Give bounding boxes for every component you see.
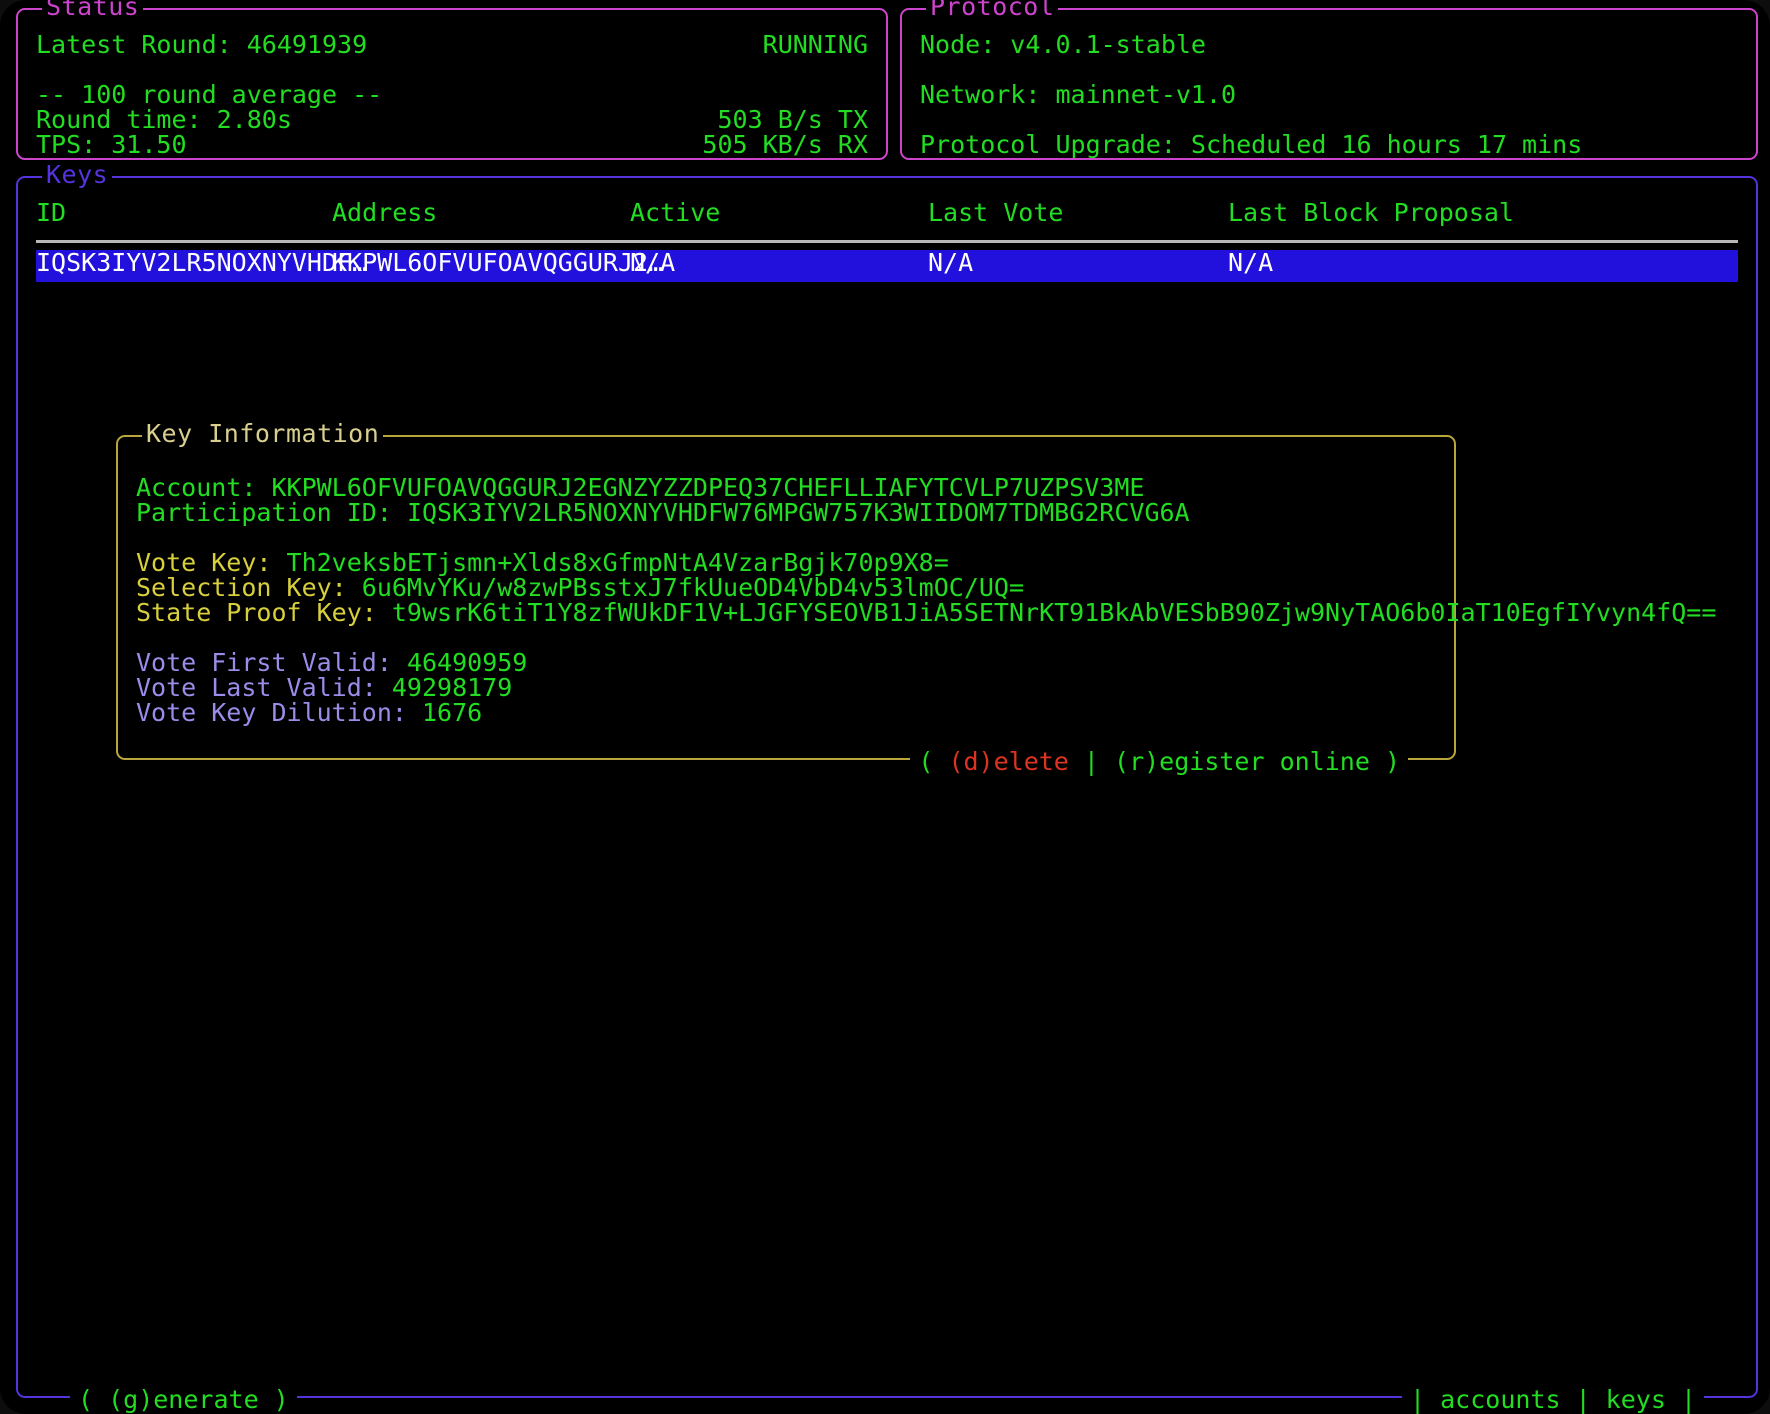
register-online-action[interactable]: (r)egister online <box>1114 747 1370 776</box>
protocol-node: Node: v4.0.1-stable <box>920 32 1206 57</box>
key-info-selection-key-row: Selection Key: 6u6MvYKu/w8zwPBsstxJ7fkUu… <box>136 575 1024 600</box>
protocol-upgrade: Protocol Upgrade: Scheduled 16 hours 17 … <box>920 132 1582 157</box>
table-row[interactable]: IQSK3IYV2LR5NOXNYVHDF… KKPWL6OFVUFOAVQGG… <box>36 250 1738 282</box>
key-information-actions-hint: ( (d)elete | (r)egister online ) <box>910 749 1408 774</box>
key-info-participation-id-label: Participation ID: <box>136 498 407 527</box>
key-information-panel-title: Key Information <box>142 421 383 446</box>
key-info-vote-key-row: Vote Key: Th2veksbETjsmn+Xlds8xGfmpNtA4V… <box>136 550 949 575</box>
nav-tabs-hint[interactable]: | accounts | keys | <box>1402 1387 1704 1412</box>
key-info-participation-id-row: Participation ID: IQSK3IYV2LR5NOXNYVHDFW… <box>136 500 1190 525</box>
key-info-vote-key-dilution-value: 1676 <box>422 698 482 727</box>
key-info-participation-id-value: IQSK3IYV2LR5NOXNYVHDFW76MPGW757K3WIIDOM7… <box>407 498 1190 527</box>
cell-active: N/A <box>630 250 675 275</box>
status-tps: TPS: 31.50 <box>36 132 187 157</box>
column-header-last-block-proposal: Last Block Proposal <box>1228 200 1514 225</box>
protocol-panel-title: Protocol <box>926 0 1058 19</box>
key-information-panel: Key Information Account: KKPWL6OFVUFOAVQ… <box>116 435 1456 760</box>
key-info-account-row: Account: KKPWL6OFVUFOAVQGGURJ2EGNZYZZDPE… <box>136 475 1144 500</box>
cell-last-block-proposal: N/A <box>1228 250 1273 275</box>
status-tx-rate: 503 B/s TX <box>717 107 868 132</box>
key-info-state-proof-key-label: State Proof Key: <box>136 598 392 627</box>
status-latest-round: Latest Round: 46491939 <box>36 32 367 57</box>
cell-id: IQSK3IYV2LR5NOXNYVHDF… <box>36 250 367 275</box>
protocol-panel: Protocol Node: v4.0.1-stable Network: ma… <box>900 8 1758 160</box>
key-info-vote-last-valid-row: Vote Last Valid: 49298179 <box>136 675 512 700</box>
protocol-network: Network: mainnet-v1.0 <box>920 82 1236 107</box>
status-panel-title: Status <box>42 0 143 19</box>
delete-key-action[interactable]: (d)elete <box>948 747 1068 776</box>
column-header-active: Active <box>630 200 720 225</box>
column-header-last-vote: Last Vote <box>928 200 1063 225</box>
keys-panel-title: Keys <box>42 162 112 187</box>
status-rx-rate: 505 KB/s RX <box>702 132 868 157</box>
keys-table-header-rule <box>36 240 1738 243</box>
status-panel: Status Latest Round: 46491939 RUNNING --… <box>16 8 888 160</box>
status-average-header: -- 100 round average -- <box>36 82 382 107</box>
keys-table-header: ID Address Active Last Vote Last Block P… <box>36 200 1738 232</box>
terminal-screen: Status Latest Round: 46491939 RUNNING --… <box>0 0 1770 1414</box>
generate-key-hint[interactable]: ( (g)enerate ) <box>70 1387 297 1412</box>
hint-separator: | <box>1069 747 1114 776</box>
key-info-state-proof-key-value: t9wsrK6tiT1Y8zfWUkDF1V+LJGFYSEOVB1JiA5SE… <box>392 598 1717 627</box>
status-state-badge: RUNNING <box>763 32 868 57</box>
hint-open-paren: ( <box>918 747 948 776</box>
status-round-time: Round time: 2.80s <box>36 107 292 132</box>
key-info-vote-first-valid-row: Vote First Valid: 46490959 <box>136 650 527 675</box>
keys-panel: Keys ID Address Active Last Vote Last Bl… <box>16 176 1758 1398</box>
cell-address: KKPWL6OFVUFOAVQGGURJ2… <box>332 250 663 275</box>
column-header-address: Address <box>332 200 437 225</box>
key-info-vote-key-dilution-row: Vote Key Dilution: 1676 <box>136 700 482 725</box>
key-info-state-proof-key-row: State Proof Key: t9wsrK6tiT1Y8zfWUkDF1V+… <box>136 600 1716 625</box>
column-header-id: ID <box>36 200 66 225</box>
hint-close-paren: ) <box>1370 747 1400 776</box>
cell-last-vote: N/A <box>928 250 973 275</box>
key-info-vote-key-dilution-label: Vote Key Dilution: <box>136 698 422 727</box>
